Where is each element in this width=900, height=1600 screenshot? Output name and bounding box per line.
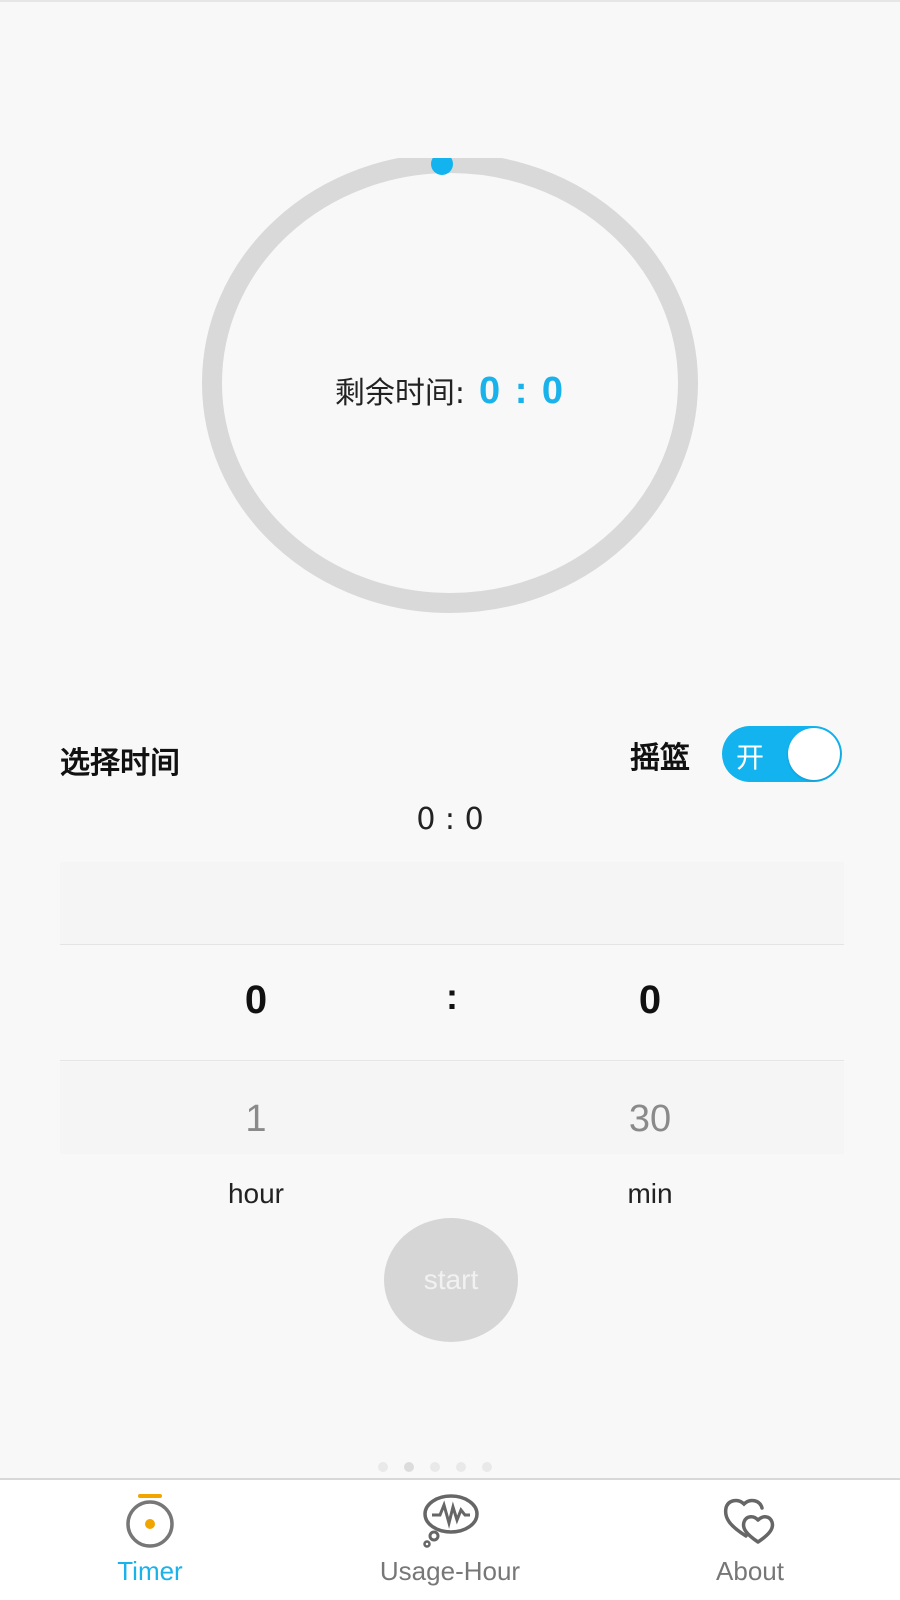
- page-dot: [430, 1462, 440, 1472]
- start-button[interactable]: start: [384, 1218, 518, 1342]
- minute-unit-label: min: [627, 1178, 673, 1209]
- countdown-ring: 剩余时间: 0 : 0: [200, 158, 700, 628]
- cradle-toggle-text: 开: [736, 741, 765, 774]
- tab-timer-label: Timer: [117, 1556, 183, 1586]
- remaining-time-value: 0 : 0: [479, 370, 566, 412]
- timer-screen: 剩余时间: 0 : 0 选择时间 摇篮 开 0 : 0 0 : 0 1 30 h…: [0, 0, 900, 1600]
- toggle-knob: [788, 728, 840, 780]
- cradle-label: 摇篮: [630, 741, 690, 776]
- page-indicator: [378, 1462, 528, 1476]
- bottom-tab-bar: Timer Usage-Hour About: [0, 1478, 900, 1600]
- picker-divider-top: [60, 944, 844, 945]
- hearts-icon: [723, 1498, 775, 1544]
- hour-selected-value[interactable]: 0: [196, 978, 316, 1023]
- page-dot: [482, 1462, 492, 1472]
- page-dot: [456, 1462, 466, 1472]
- tab-timer[interactable]: Timer: [50, 1480, 250, 1600]
- hour-next-option[interactable]: 1: [196, 1098, 316, 1141]
- selected-time-display: 0 : 0: [416, 802, 484, 837]
- page-dot: [378, 1462, 388, 1472]
- remaining-time-label: 剩余时间:: [334, 376, 466, 411]
- hour-unit-label: hour: [227, 1178, 285, 1209]
- usage-chat-icon: [423, 1494, 479, 1548]
- remaining-time: 剩余时间: 0 : 0: [200, 368, 700, 413]
- time-picker[interactable]: 0 : 0 1 30: [60, 862, 844, 1154]
- picker-divider-bottom: [60, 1060, 844, 1061]
- select-time-title: 选择时间: [60, 746, 180, 781]
- tab-about[interactable]: About: [650, 1480, 850, 1600]
- picker-separator: :: [446, 976, 458, 1017]
- minute-next-option[interactable]: 30: [590, 1098, 710, 1141]
- minute-selected-value[interactable]: 0: [590, 978, 710, 1023]
- timer-icon: [126, 1494, 174, 1548]
- page-dot-active: [404, 1462, 414, 1472]
- tab-usage-hour-label: Usage-Hour: [379, 1556, 521, 1586]
- picker-fade-top: [60, 862, 844, 944]
- picker-fade-bottom: [60, 1062, 844, 1154]
- tab-usage-hour[interactable]: Usage-Hour: [350, 1480, 550, 1600]
- tab-about-label: About: [716, 1556, 784, 1586]
- top-divider: [0, 0, 900, 2]
- cradle-toggle[interactable]: 开: [722, 726, 842, 782]
